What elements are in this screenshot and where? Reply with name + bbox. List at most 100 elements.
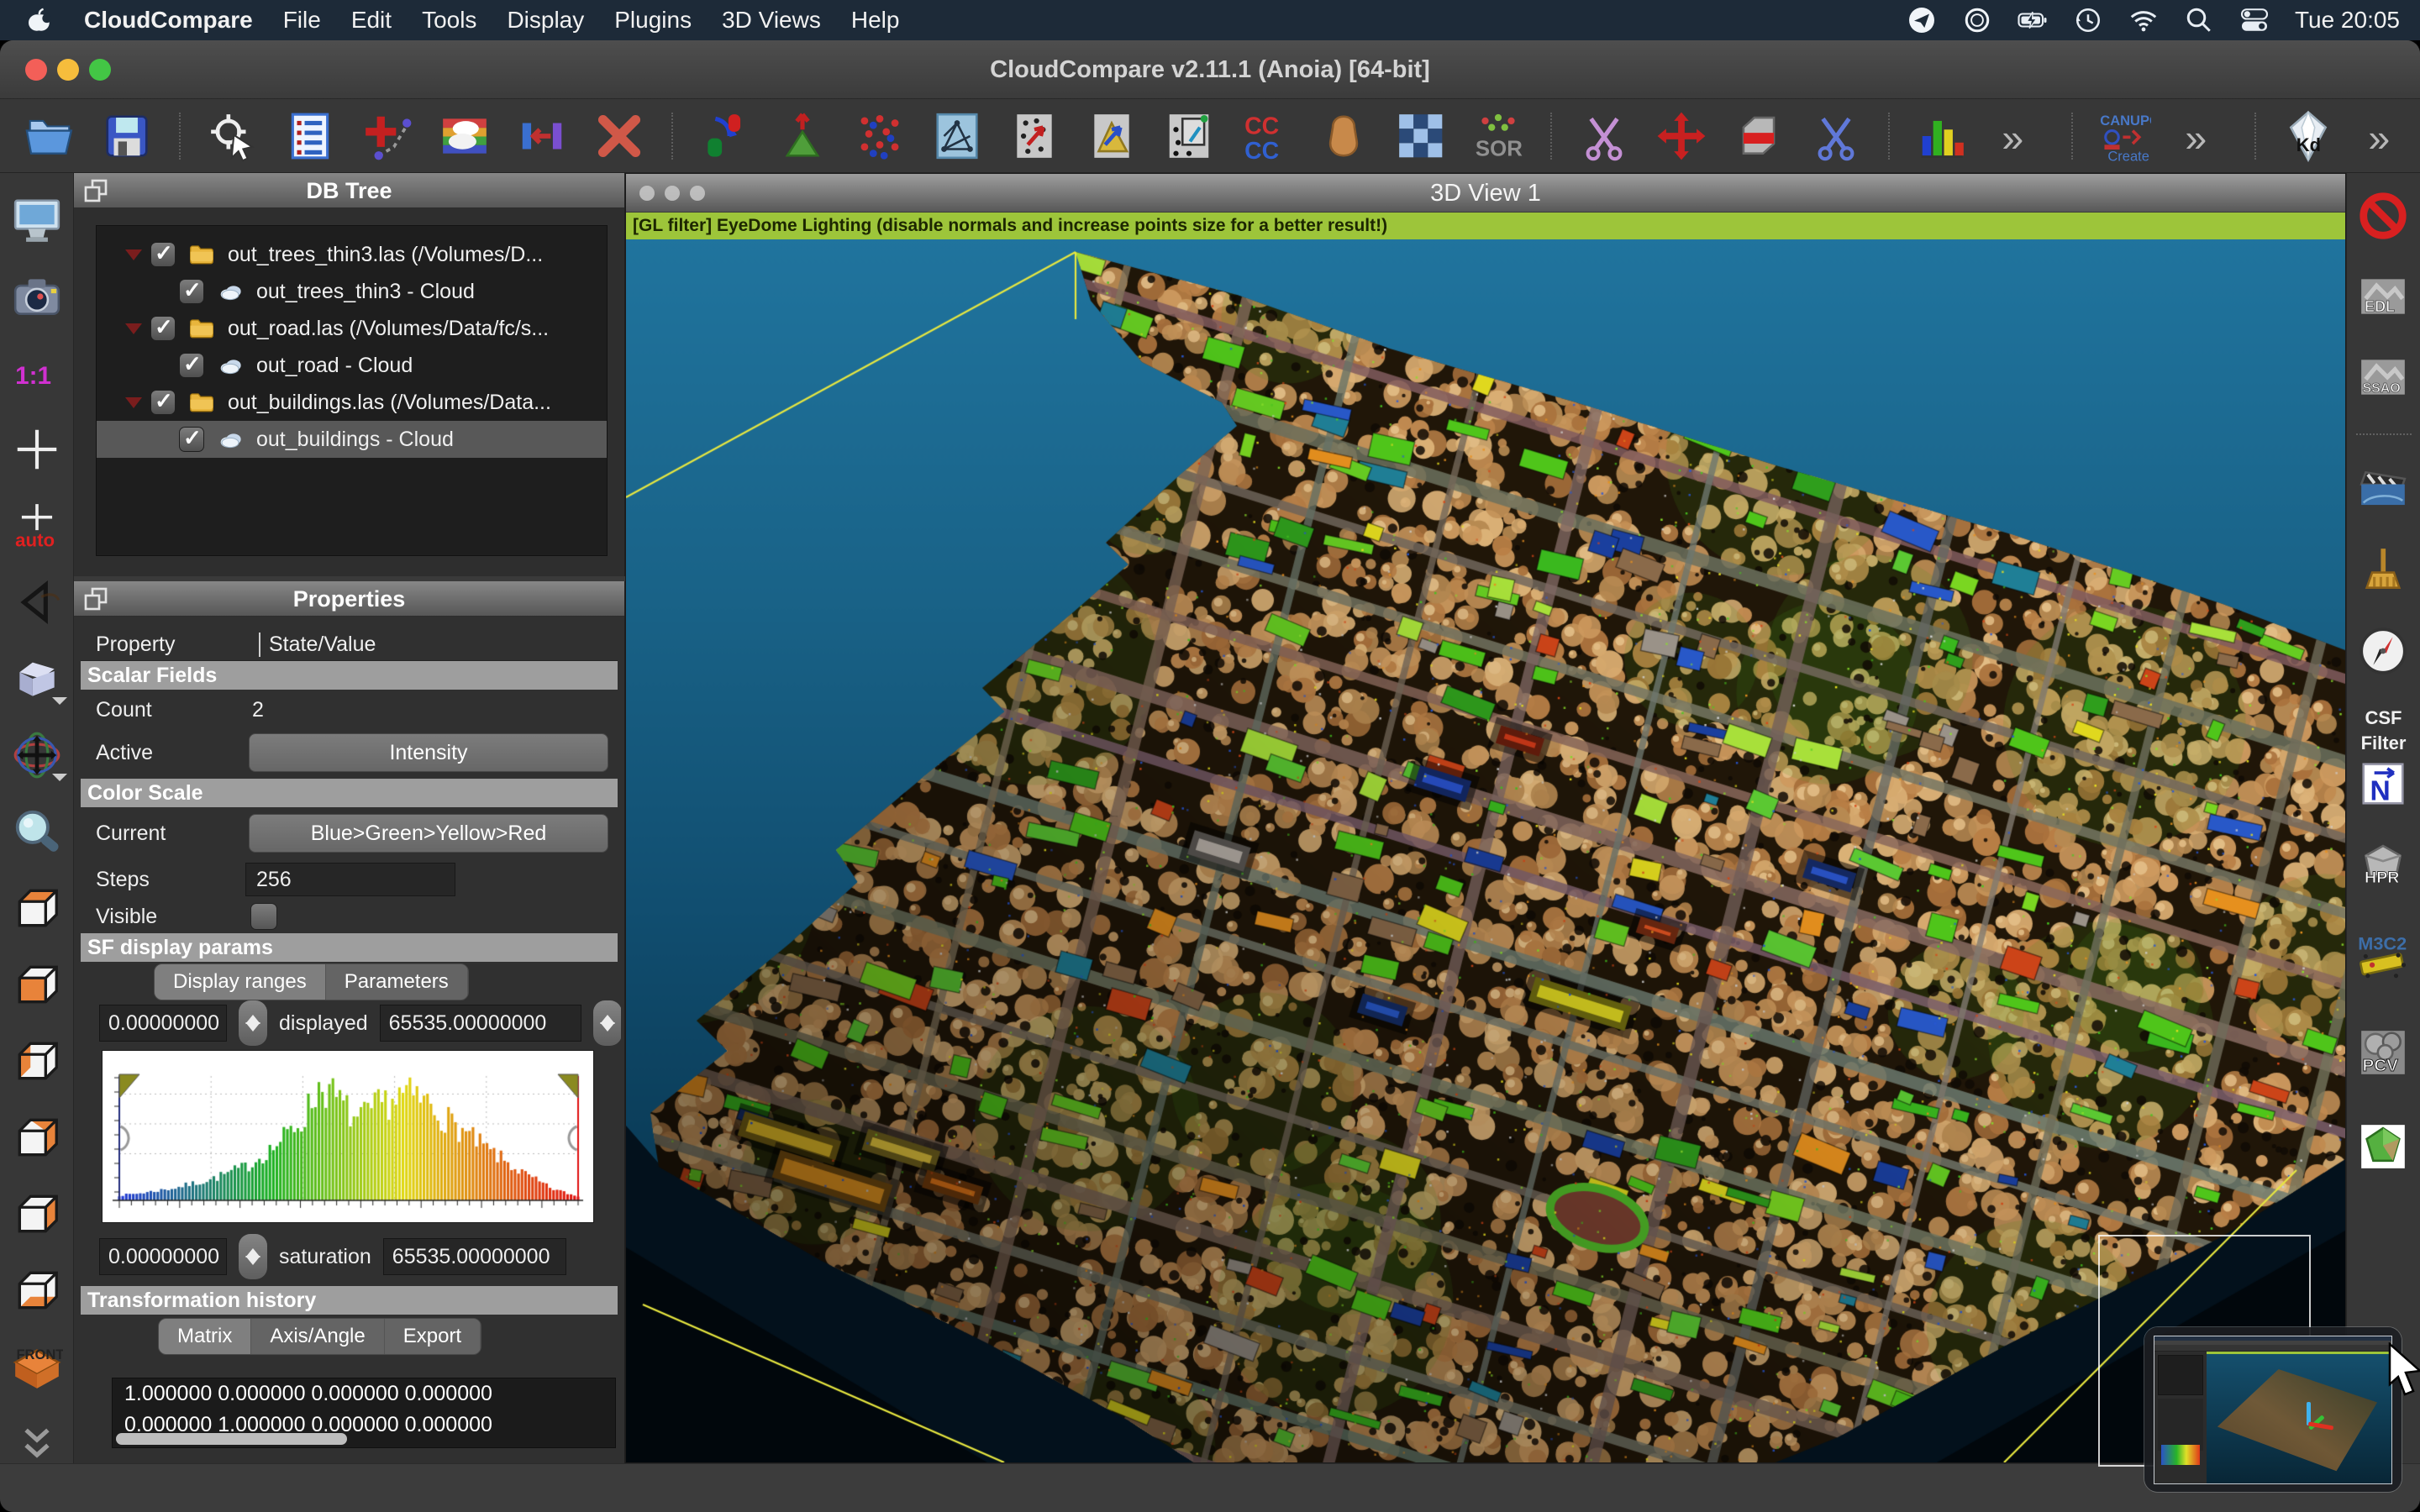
point-picking-button[interactable]	[205, 108, 260, 164]
sf-histogram[interactable]	[102, 1050, 594, 1223]
window-titlebar[interactable]: CloudCompare v2.11.1 (Anoia) [64-bit]	[0, 40, 2420, 99]
float-panel-icon[interactable]	[82, 585, 109, 612]
tree-row[interactable]: out_road - Cloud	[97, 347, 607, 384]
tree-row[interactable]: out_road.las (/Volumes/Data/fc/s...	[97, 310, 607, 347]
tree-checkbox[interactable]	[150, 390, 176, 415]
cc-entities-button[interactable]: CCCC	[1239, 108, 1294, 164]
edl-button[interactable]: EDL	[2357, 270, 2411, 324]
cloud-sampling-button[interactable]	[1007, 108, 1062, 164]
segment-button[interactable]	[1576, 108, 1632, 164]
animation-button[interactable]	[2357, 464, 2411, 517]
pick-center-button[interactable]	[10, 423, 64, 476]
broom-button[interactable]	[2357, 544, 2411, 598]
clay-button[interactable]	[1316, 108, 1371, 164]
Display-menu[interactable]: Display	[507, 7, 584, 34]
view-window-dot[interactable]	[690, 186, 705, 201]
auto-pick-button[interactable]: auto	[10, 499, 64, 553]
ssao-button[interactable]: SSAO	[2357, 351, 2411, 405]
saturation-max-field[interactable]: 65535.00000000	[383, 1238, 566, 1275]
sf-histogram-canvas[interactable]	[103, 1051, 593, 1222]
register-button[interactable]	[697, 108, 753, 164]
search-icon[interactable]	[2184, 5, 2214, 35]
mesh-sampling-button[interactable]	[1084, 108, 1139, 164]
3D Views-menu[interactable]: 3D Views	[722, 7, 821, 34]
tree-row[interactable]: out_trees_thin3 - Cloud	[97, 273, 607, 310]
Plugins-menu[interactable]: Plugins	[614, 7, 692, 34]
pcv-button[interactable]: PCV	[2357, 1026, 2411, 1080]
front-iso-button[interactable]: FRONT	[10, 1340, 64, 1394]
expander-triangle-icon[interactable]	[125, 249, 142, 269]
open-button[interactable]	[22, 108, 77, 164]
fullscreen-display-button[interactable]	[10, 193, 64, 247]
save-button[interactable]	[99, 108, 155, 164]
view-top-button[interactable]	[10, 881, 64, 935]
no-filter-button[interactable]	[2357, 190, 2411, 244]
overflow-button[interactable]: »	[2175, 108, 2230, 164]
Tools-menu[interactable]: Tools	[422, 7, 476, 34]
translate-rotate-button[interactable]	[1654, 108, 1709, 164]
controlcenter-icon[interactable]	[2239, 5, 2270, 35]
app-menu-title[interactable]: CloudCompare	[84, 7, 253, 34]
visible-checkbox[interactable]	[250, 903, 277, 930]
tree-row[interactable]: out_buildings - Cloud	[97, 421, 607, 458]
canupo-button[interactable]: CANUPOCreate	[2097, 108, 2153, 164]
m3c2-button[interactable]: M3C2	[2357, 932, 2411, 986]
compute-normals-button[interactable]	[775, 108, 830, 164]
subsample-button[interactable]	[852, 108, 908, 164]
displayed-min-field[interactable]: 0.00000000	[99, 1005, 227, 1042]
tab-export[interactable]: Export	[385, 1319, 481, 1354]
view-back-button[interactable]	[10, 1110, 64, 1164]
kd-tree-button[interactable]: Kd	[2281, 108, 2336, 164]
color-scale-dropdown[interactable]: Blue>Green>Yellow>Red	[249, 814, 608, 853]
clipping-box-button[interactable]	[1731, 108, 1786, 164]
matrix-horizontal-scrollbar[interactable]	[116, 1433, 347, 1445]
delete-button[interactable]	[592, 108, 647, 164]
view-window-dot[interactable]	[639, 186, 655, 201]
float-panel-icon[interactable]	[82, 177, 109, 204]
tree-row[interactable]: out_trees_thin3.las (/Volumes/D...	[97, 236, 607, 273]
label-picking-button[interactable]	[1161, 108, 1217, 164]
normals-n-button[interactable]: N	[2357, 758, 2411, 811]
overflow-button[interactable]: »	[1991, 108, 2047, 164]
properties-list-button[interactable]	[282, 108, 338, 164]
checker-button[interactable]	[1393, 108, 1449, 164]
saturation-min-field[interactable]: 0.00000000	[99, 1238, 227, 1275]
orbit-button[interactable]	[10, 728, 64, 782]
tab-matrix[interactable]: Matrix	[159, 1319, 251, 1354]
db-tree-header[interactable]: DB Tree	[74, 173, 624, 208]
expander-triangle-icon[interactable]	[125, 397, 142, 417]
tab-display-ranges[interactable]: Display ranges	[155, 964, 326, 1000]
pivot-button[interactable]	[10, 575, 64, 629]
screen-preview-overlay[interactable]	[2144, 1327, 2402, 1492]
tree-checkbox[interactable]	[179, 353, 204, 378]
tree-checkbox[interactable]	[150, 242, 176, 267]
saturation-min-spinner[interactable]	[239, 1234, 267, 1279]
compass-button[interactable]	[2357, 625, 2411, 679]
cross-section-button[interactable]	[1808, 108, 1864, 164]
point-list-picking-button[interactable]	[360, 108, 415, 164]
displayed-max-spinner[interactable]	[593, 1000, 621, 1046]
tab-parameters[interactable]: Parameters	[326, 964, 468, 1000]
view-front-button[interactable]	[10, 958, 64, 1011]
record-ring-icon[interactable]	[1962, 5, 1992, 35]
csf-filter-label[interactable]: CSF Filter	[2348, 706, 2420, 731]
telegram-icon[interactable]	[1907, 5, 1937, 35]
screenshot-camera-button[interactable]	[10, 270, 64, 323]
properties-header[interactable]: Properties	[74, 581, 624, 617]
overflow-button[interactable]: »	[2358, 108, 2413, 164]
expander-triangle-icon[interactable]	[125, 323, 142, 343]
view-left-button[interactable]	[10, 1034, 64, 1088]
histogram-button[interactable]	[1914, 108, 1970, 164]
tree-checkbox[interactable]	[179, 427, 204, 452]
view-right-button[interactable]	[10, 1187, 64, 1241]
clone-button[interactable]	[437, 108, 492, 164]
point-cloud-viewport[interactable]	[626, 239, 2345, 1462]
apply-transformation-button[interactable]	[514, 108, 570, 164]
tree-row[interactable]: out_buildings.las (/Volumes/Data...	[97, 384, 607, 421]
view-bottom-button[interactable]	[10, 1263, 64, 1317]
zoom-1-1-button[interactable]: 1:1	[10, 346, 64, 400]
view-window-dot[interactable]	[665, 186, 680, 201]
Help-menu[interactable]: Help	[851, 7, 900, 34]
tree-checkbox[interactable]	[150, 316, 176, 341]
apple-menu-icon[interactable]	[24, 5, 54, 35]
